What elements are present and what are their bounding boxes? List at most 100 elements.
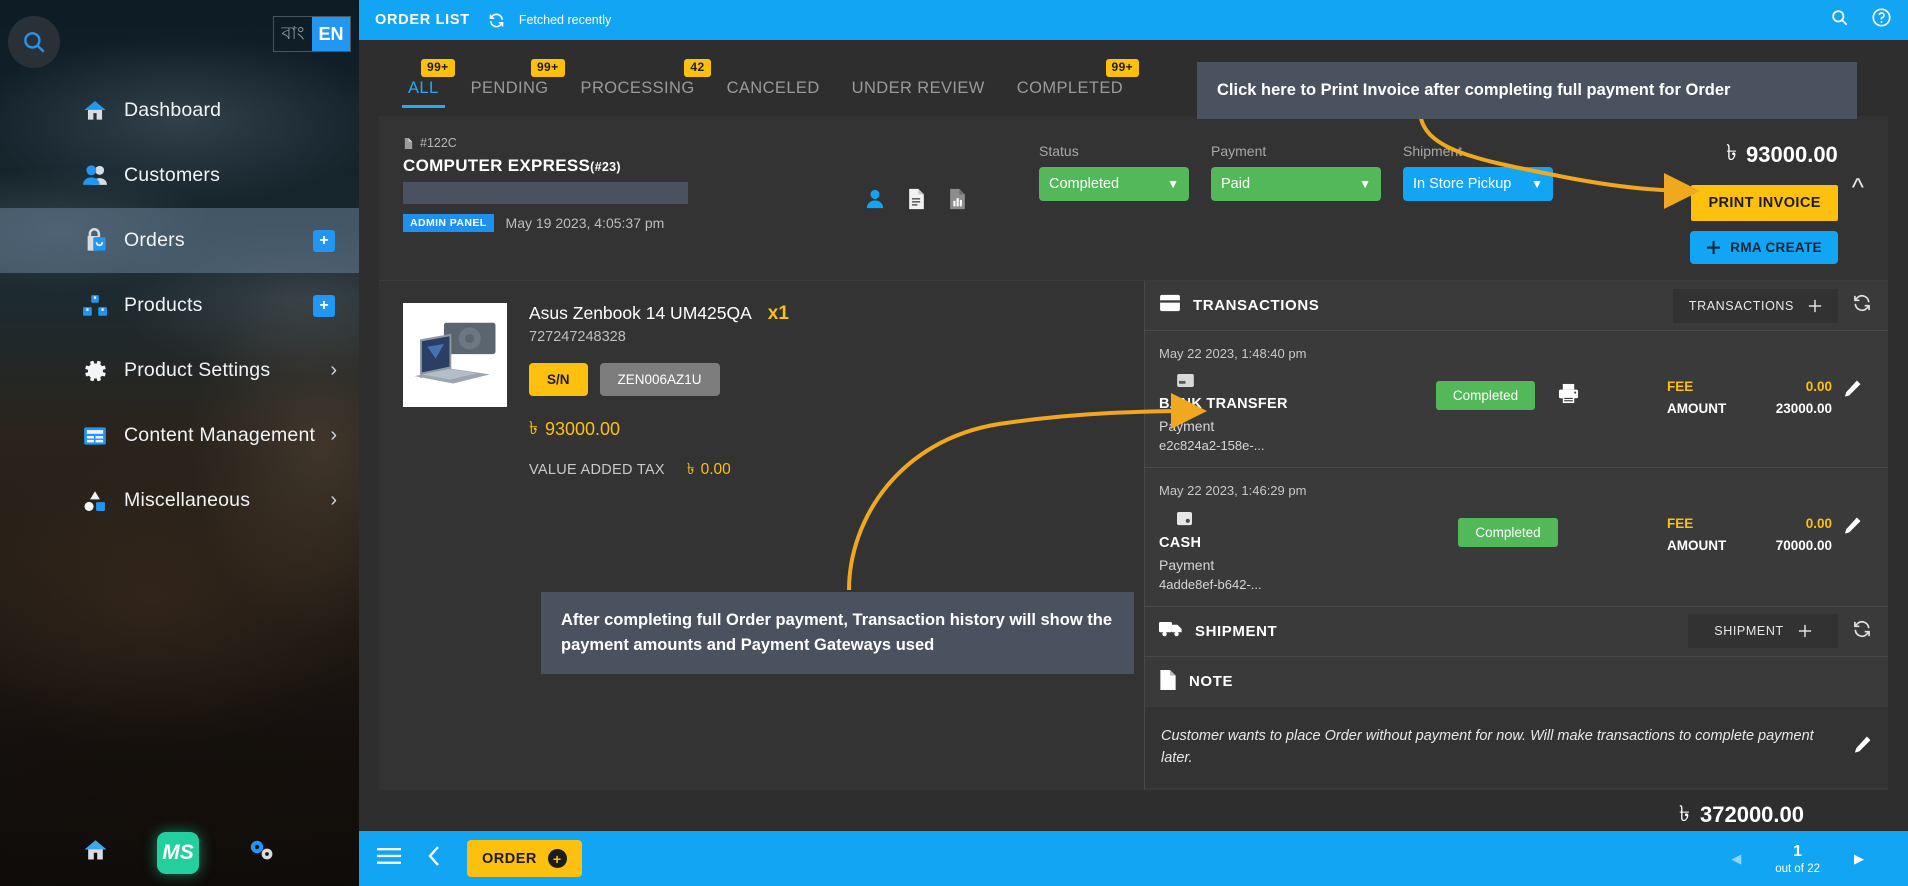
refresh-icon[interactable]	[1852, 619, 1872, 644]
transaction-amounts: FEE 0.00 AMOUNT 23000.00	[1667, 345, 1832, 416]
transaction-row: May 22 2023, 1:46:29 pm CASH Payment 4ad…	[1145, 467, 1888, 607]
sidebar-add-order-button[interactable]: +	[313, 229, 335, 252]
person-icon[interactable]	[865, 188, 885, 215]
app-root: বাং EN Dashboard Customers Orders + Prod…	[0, 0, 1908, 886]
shipment-select[interactable]: In Store Pickup ▼	[1403, 167, 1553, 201]
brand-logo[interactable]: MS	[157, 832, 199, 874]
status-label: Status	[1039, 143, 1079, 159]
add-shipment-button[interactable]: SHIPMENT	[1688, 614, 1838, 649]
language-option-bn[interactable]: বাং	[274, 17, 312, 51]
rma-create-label: RMA CREATE	[1730, 240, 1822, 255]
note-title: NOTE	[1189, 673, 1234, 691]
order-header: #122C COMPUTER EXPRESS(#23) ADMIN PANEL …	[379, 116, 1888, 280]
chevron-right-icon[interactable]: ›	[330, 424, 337, 447]
bag-icon	[80, 226, 110, 256]
status-select[interactable]: Completed ▼	[1039, 167, 1189, 201]
chevron-right-icon[interactable]: ›	[330, 489, 337, 512]
add-order-label: ORDER	[482, 850, 537, 867]
order-products: Asus Zenbook 14 UM425QA x1 727247248328 …	[379, 281, 1144, 790]
layout-icon	[80, 421, 110, 451]
chevron-down-icon: ▼	[1167, 177, 1179, 191]
serial-number-tag[interactable]: S/N	[529, 363, 588, 396]
sidebar-add-product-button[interactable]: +	[313, 294, 335, 317]
chevron-right-icon[interactable]: ›	[330, 359, 337, 382]
pencil-icon	[1844, 517, 1860, 534]
product-sku: 727247248328	[529, 329, 626, 345]
tab-completed[interactable]: 99+ COMPLETED	[1001, 59, 1140, 108]
transaction-amount: AMOUNT 23000.00	[1667, 401, 1832, 416]
edit-note-button[interactable]	[1837, 735, 1872, 759]
boxes-icon	[80, 291, 110, 321]
refresh-icon[interactable]	[488, 12, 505, 29]
payment-label: Payment	[1211, 143, 1267, 159]
note-body: Customer wants to place Order without pa…	[1145, 706, 1888, 788]
shipment-panel-actions: SHIPMENT	[1688, 614, 1872, 649]
tab-label: ALL	[408, 79, 439, 97]
order-total-value: 93000.00	[1746, 141, 1838, 167]
chevron-up-icon[interactable]: ^	[1852, 172, 1864, 203]
help-circle-icon[interactable]	[1871, 7, 1892, 33]
amount-label: AMOUNT	[1667, 401, 1727, 416]
fee-label: FEE	[1667, 515, 1694, 531]
order-total: ৳ 93000.00	[1726, 136, 1838, 173]
chevron-left-icon[interactable]	[427, 845, 441, 872]
sidebar-footer: MS	[0, 832, 359, 874]
search-icon[interactable]	[1830, 8, 1849, 32]
tab-label: PROCESSING	[580, 79, 695, 97]
edit-transaction-button[interactable]	[1832, 482, 1872, 535]
grand-total-value: 372000.00	[1700, 802, 1804, 827]
shapes-icon	[80, 486, 110, 516]
prev-page-button[interactable]: ◀	[1731, 851, 1741, 867]
add-transaction-button[interactable]: TRANSACTIONS	[1672, 288, 1838, 323]
sidebar-item-products[interactable]: Products +	[0, 273, 359, 338]
tab-pending[interactable]: 99+ PENDING	[455, 59, 565, 108]
product-info: Asus Zenbook 14 UM425QA x1 727247248328 …	[529, 303, 1120, 483]
plus-icon	[1707, 240, 1721, 255]
transaction-details: May 22 2023, 1:46:29 pm CASH Payment 4ad…	[1159, 482, 1349, 592]
sidebar-search-button[interactable]	[8, 16, 60, 68]
sidebar-item-orders[interactable]: Orders +	[0, 208, 359, 273]
serial-number-value[interactable]: ZEN006AZ1U	[599, 363, 720, 396]
transaction-details: May 22 2023, 1:48:40 pm BANK TRANSFER Pa…	[1159, 345, 1349, 453]
edit-transaction-button[interactable]	[1832, 345, 1872, 398]
hamburger-icon[interactable]	[377, 847, 401, 870]
transaction-gateway: BANK TRANSFER	[1159, 395, 1288, 412]
currency-symbol: ৳	[1679, 800, 1690, 826]
product-price: ৳ 93000.00	[529, 414, 1120, 445]
product-thumbnail	[403, 303, 507, 407]
sidebar-item-label: Products	[124, 294, 203, 316]
printer-icon[interactable]	[1557, 383, 1580, 409]
shipment-title: SHIPMENT	[1195, 622, 1278, 640]
print-invoice-button[interactable]: PRINT INVOICE	[1691, 185, 1838, 221]
amount-value: 23000.00	[1775, 401, 1832, 416]
sidebar: বাং EN Dashboard Customers Orders + Prod…	[0, 0, 359, 886]
sidebar-item-miscellaneous[interactable]: Miscellaneous ›	[0, 468, 359, 533]
payment-select[interactable]: Paid ▼	[1211, 167, 1381, 201]
next-page-button[interactable]: ▶	[1854, 851, 1864, 867]
tab-label: COMPLETED	[1016, 79, 1124, 97]
tab-canceled[interactable]: CANCELED	[711, 79, 836, 108]
language-toggle[interactable]: বাং EN	[273, 16, 351, 52]
language-option-en[interactable]: EN	[312, 17, 350, 51]
tab-under-review[interactable]: UNDER REVIEW	[836, 79, 1001, 108]
document-icon[interactable]	[907, 188, 926, 215]
add-order-button[interactable]: ORDER +	[467, 840, 582, 877]
status-value: Completed	[1049, 176, 1120, 192]
tab-label: CANCELED	[726, 79, 820, 97]
payment-value: Paid	[1221, 176, 1251, 192]
rma-create-button[interactable]: RMA CREATE	[1690, 231, 1838, 264]
bottom-bar-left: ORDER +	[377, 840, 582, 877]
sidebar-item-product-settings[interactable]: Product Settings ›	[0, 338, 359, 403]
sidebar-item-content-management[interactable]: Content Management ›	[0, 403, 359, 468]
footer-settings-button[interactable]	[247, 838, 277, 869]
tab-processing[interactable]: 42 PROCESSING	[565, 59, 711, 108]
refresh-icon[interactable]	[1852, 293, 1872, 318]
sidebar-item-dashboard[interactable]: Dashboard	[0, 78, 359, 143]
chart-icon[interactable]	[948, 188, 967, 215]
order-total-actions: ৳ 93000.00 PRINT INVOICE RMA CREATE	[1690, 136, 1838, 264]
shipment-value: In Store Pickup	[1413, 176, 1512, 192]
current-page: 1	[1793, 842, 1803, 860]
footer-home-button[interactable]	[82, 837, 109, 869]
tab-all[interactable]: 99+ ALL	[392, 59, 455, 108]
sidebar-item-customers[interactable]: Customers	[0, 143, 359, 208]
